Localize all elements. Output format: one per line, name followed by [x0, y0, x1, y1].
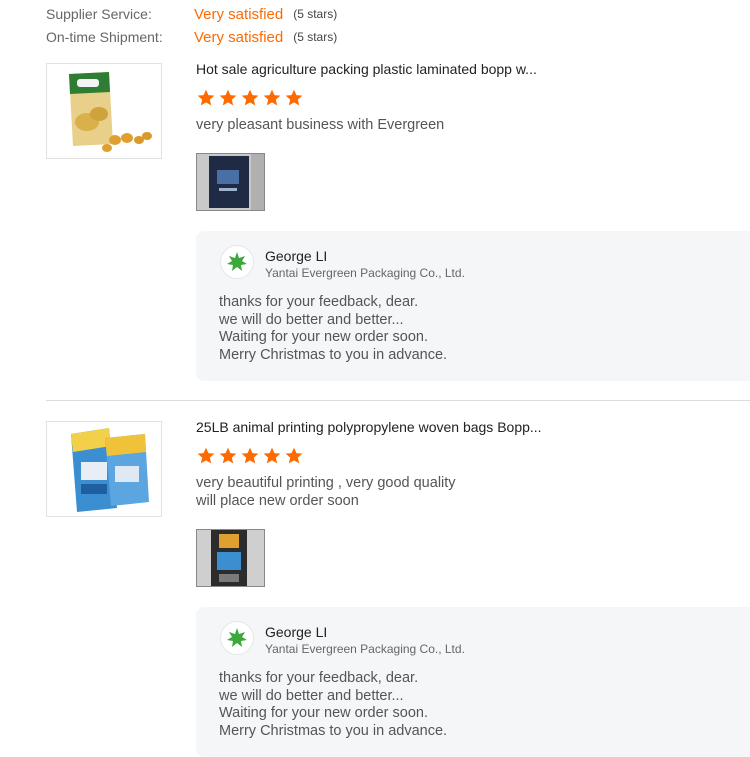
- leaf-icon: [227, 628, 247, 647]
- review-text: very pleasant business with Evergreen: [196, 116, 444, 134]
- product-title-link[interactable]: 25LB animal printing polypropylene woven…: [196, 419, 542, 435]
- leaf-icon: [227, 252, 247, 271]
- star-icon: [197, 447, 215, 464]
- reply-line: thanks for your feedback, dear.: [219, 294, 419, 310]
- star-rating: [196, 88, 304, 108]
- rating-value: Very satisfied: [194, 28, 284, 46]
- star-icon: [241, 89, 259, 106]
- reply-line: Merry Christmas to you in advance.: [219, 347, 448, 364]
- reply-message: thanks for your feedback, dear. we will …: [219, 294, 447, 365]
- reply-message: thanks for your feedback, dear. we will …: [219, 670, 447, 741]
- reply-line: Waiting for your new order soon.: [219, 705, 429, 722]
- product-thumbnail[interactable]: [46, 63, 162, 159]
- review-text: very beautiful printing , very good qual…: [196, 474, 456, 510]
- rating-stars-count: (5 stars): [293, 7, 338, 21]
- rating-stars-count: (5 stars): [293, 30, 338, 44]
- star-icon: [219, 447, 237, 464]
- star-icon: [241, 447, 259, 464]
- rating-value: Very satisfied: [194, 5, 284, 23]
- review-photo[interactable]: [196, 529, 265, 587]
- star-icon: [197, 89, 215, 106]
- bag-photo-image: [197, 154, 264, 210]
- review-text-line: very beautiful printing , very good qual…: [196, 475, 456, 491]
- seller-reply: George LI Yantai Evergreen Packaging Co.…: [196, 231, 750, 381]
- product-thumbnail[interactable]: [46, 421, 162, 517]
- star-icon: [263, 447, 281, 464]
- review-photo[interactable]: [196, 153, 265, 211]
- reply-line: we will do better and better...: [219, 687, 404, 704]
- product-title-link[interactable]: Hot sale agriculture packing plastic lam…: [196, 61, 537, 77]
- woven-bag-image: [71, 428, 149, 512]
- review-divider: [46, 400, 750, 401]
- star-icon: [285, 89, 303, 106]
- on-time-shipment-rating: On-time Shipment: Very satisfied (5 star…: [46, 27, 337, 47]
- review-text-line: very pleasant business with Evergreen: [196, 117, 445, 133]
- review-text-line: will place new order soon: [196, 493, 359, 509]
- reply-line: Waiting for your new order soon.: [219, 329, 429, 346]
- star-icon: [219, 89, 237, 106]
- seller-reply: George LI Yantai Evergreen Packaging Co.…: [196, 607, 750, 757]
- potato-bag-image: [69, 72, 152, 152]
- seller-avatar: [220, 245, 254, 279]
- seller-name: George LI: [265, 248, 328, 264]
- reply-line: thanks for your feedback, dear.: [219, 670, 419, 686]
- seller-company: Yantai Evergreen Packaging Co., Ltd.: [265, 266, 465, 280]
- reply-line: Merry Christmas to you in advance.: [219, 723, 448, 740]
- rating-label: Supplier Service:: [46, 6, 152, 22]
- supplier-service-rating: Supplier Service: Very satisfied (5 star…: [46, 4, 337, 24]
- bag-photo-image: [197, 530, 264, 586]
- star-icon: [285, 447, 303, 464]
- star-rating: [196, 446, 304, 466]
- reply-line: we will do better and better...: [219, 311, 404, 328]
- star-icon: [263, 89, 281, 106]
- seller-avatar: [220, 621, 254, 655]
- rating-label: On-time Shipment:: [46, 29, 163, 45]
- seller-company: Yantai Evergreen Packaging Co., Ltd.: [265, 642, 465, 656]
- seller-name: George LI: [265, 624, 328, 640]
